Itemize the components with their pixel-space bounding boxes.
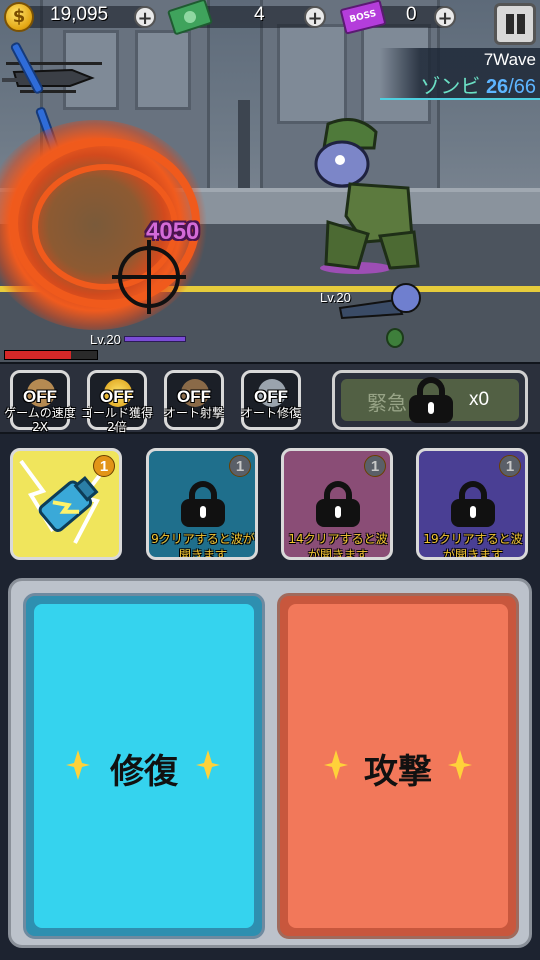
- helicopter-icon: [2, 62, 102, 93]
- skill-count-badge: 1: [93, 455, 115, 477]
- toggle-bar: OFF ゲームの速度 2X OFF ゴールド獲得2倍 OFF オート射撃 OFF…: [0, 362, 540, 434]
- player-level-label: Lv.20: [90, 332, 121, 347]
- add-coins-button[interactable]: +: [134, 6, 156, 29]
- emergency-count: x0: [469, 389, 490, 410]
- lock-icon: [409, 377, 453, 423]
- toggle-state: OFF: [254, 387, 288, 406]
- damage-number: 4050: [146, 218, 200, 245]
- coin-icon: $: [4, 2, 34, 32]
- zombie-counter: ゾンビ 26/66: [420, 70, 536, 99]
- lock-icon: [181, 481, 225, 527]
- boss-tickets-value: 0: [406, 4, 417, 25]
- broken-window: [277, 24, 347, 124]
- add-tickets-button[interactable]: +: [434, 6, 456, 29]
- toggle-label: オート射撃: [163, 406, 224, 420]
- lock-icon: [451, 481, 495, 527]
- player-xp-bar: [124, 336, 186, 342]
- attack-button[interactable]: 攻撃: [277, 593, 519, 939]
- add-cash-button[interactable]: +: [304, 6, 326, 29]
- wave-info: 7Wave ゾンビ 26/66: [380, 48, 540, 100]
- action-panel: 修復 攻撃: [8, 578, 532, 948]
- toggle-label: ゴールド獲得2倍: [80, 406, 153, 434]
- crosshair-icon[interactable]: [112, 240, 186, 314]
- skill-unlock-text: 9クリアすると波が開きます: [151, 532, 255, 560]
- building-window: [135, 30, 191, 110]
- sparkle-icon: [448, 750, 472, 780]
- battle-scene: 4050 Lv.20 Lv.20 $ 19,095 + 4 + BOSS 0 +…: [0, 0, 540, 362]
- coins-value: 19,095: [50, 4, 109, 25]
- grenade-icon: [386, 328, 404, 348]
- skill-count-badge: 1: [229, 455, 251, 477]
- fallen-zombie: [338, 283, 421, 320]
- zombies-total: 66: [513, 76, 536, 98]
- emergency-label: 緊急: [367, 391, 407, 415]
- lock-icon: [316, 481, 360, 527]
- wave-label: 7Wave: [483, 50, 536, 69]
- skill-slot-locked-1[interactable]: 1 9クリアすると波が開きます: [146, 448, 258, 560]
- sparkle-icon: [196, 750, 220, 780]
- skill-unlock-text: 14クリアすると波が開きます: [288, 532, 388, 560]
- emergency-button[interactable]: 緊急 x0: [332, 370, 528, 430]
- pause-button[interactable]: [494, 3, 536, 45]
- toggle-auto-shoot[interactable]: OFF: [164, 370, 224, 430]
- skill-slot-locked-2[interactable]: 1 14クリアすると波が開きます: [281, 448, 393, 560]
- repair-button[interactable]: 修復: [23, 593, 265, 939]
- toggle-state: OFF: [177, 387, 211, 406]
- toggle-state: OFF: [23, 387, 57, 406]
- skill-slot-lightning[interactable]: 1: [10, 448, 122, 560]
- zombie-soldier[interactable]: [298, 118, 428, 278]
- skill-slot-locked-3[interactable]: 1 19クリアすると波が開きます: [416, 448, 528, 560]
- game-screen: 4050 Lv.20 Lv.20 $ 19,095 + 4 + BOSS 0 +…: [0, 0, 540, 960]
- player-hp-bar: [4, 350, 98, 360]
- zombie-label: ゾンビ: [420, 76, 481, 98]
- toggle-state: OFF: [100, 387, 134, 406]
- toggle-label: ゲームの速度 2X: [4, 406, 76, 434]
- attack-label: 攻撃: [364, 752, 432, 792]
- player-hp-fill: [5, 351, 72, 359]
- toggle-label: オート修復: [240, 406, 301, 420]
- toggle-auto-repair[interactable]: OFF: [241, 370, 301, 430]
- zombies-current: 26: [485, 76, 509, 98]
- skill-row: 1 1 9クリアすると波が開きます 1 14クリアすると波が開きます 1 19ク…: [0, 434, 540, 570]
- skill-unlock-text: 19クリアすると波が開きます: [423, 532, 523, 560]
- skill-count-badge: 1: [364, 455, 386, 477]
- cash-value: 4: [254, 4, 265, 25]
- repair-label: 修復: [110, 752, 178, 792]
- skill-count-badge: 1: [499, 455, 521, 477]
